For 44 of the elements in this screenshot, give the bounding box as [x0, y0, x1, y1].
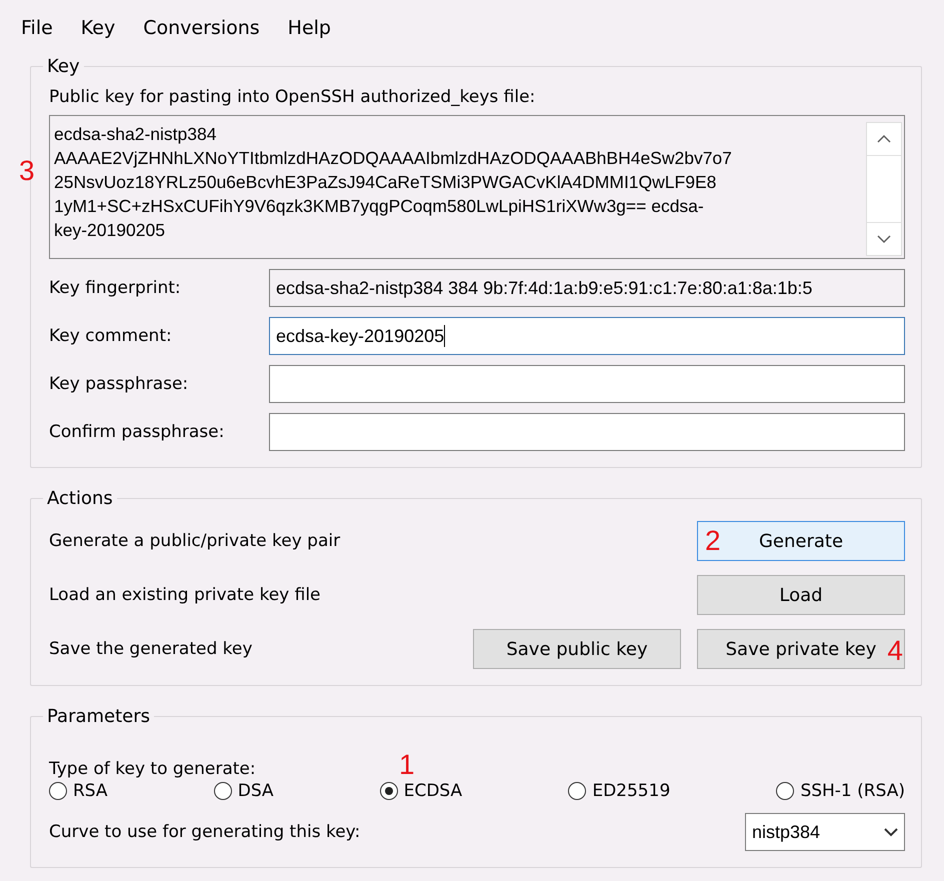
annotation-number: 3	[19, 157, 35, 185]
radio-button[interactable]	[49, 782, 67, 800]
action-button[interactable]: Load	[697, 575, 905, 615]
radio-label[interactable]: SSH-1 (RSA)	[800, 781, 905, 801]
radio-label[interactable]: RSA	[73, 781, 108, 801]
field-label: Type of key to generate:	[49, 759, 256, 779]
field-label: Confirm passphrase:	[49, 422, 226, 442]
annotation-number: 1	[399, 751, 415, 779]
field-label: Public key for pasting into OpenSSH authorized_keys file:	[49, 87, 536, 107]
radio-button[interactable]	[214, 782, 232, 800]
action-description: Save the generated key	[49, 639, 252, 659]
group-title: Key	[46, 56, 81, 77]
annotation-number: 2	[705, 527, 721, 555]
group-title: Parameters	[46, 706, 152, 727]
radio-label[interactable]: ECDSA	[404, 781, 462, 801]
text-line: ecdsa-sha2-nistp384	[54, 123, 218, 146]
menu-item[interactable]: File	[20, 17, 54, 39]
chevron-down-icon	[884, 828, 898, 836]
annotation-number: 4	[887, 637, 903, 665]
public-key-text-area[interactable]	[49, 115, 905, 259]
field-label: Key passphrase:	[49, 374, 190, 394]
menu-item[interactable]: Conversions	[142, 17, 261, 39]
group-title: Actions	[46, 488, 114, 509]
curve-dropdown[interactable]: nistp384	[745, 813, 905, 851]
field-label: Key fingerprint:	[49, 278, 182, 298]
action-description: Load an existing private key file	[49, 585, 321, 605]
radio-button[interactable]	[380, 782, 398, 800]
menu-item[interactable]: Key	[80, 17, 116, 39]
text-line: 1yM1+SC+zHSxCUFihY9V6qzk3KMB7yqgPCoqm580LwLpiHS1riXWw3g== ecdsa-	[54, 195, 705, 218]
action-button[interactable]: Save public key	[473, 629, 681, 669]
field-label: Key comment:	[49, 326, 173, 346]
input-field[interactable]	[269, 413, 905, 451]
menu-item[interactable]: Help	[286, 17, 332, 39]
radio-label[interactable]: DSA	[238, 781, 274, 801]
text-line: 25NsvUoz18YRLz50u6eBcvhE3PaZsJ94CaReTSMi3PWGACvKlA4DMMI1QwLF9E8	[54, 171, 718, 194]
radio-button[interactable]	[568, 782, 586, 800]
input-field[interactable]	[269, 365, 905, 403]
radio-button[interactable]	[776, 782, 794, 800]
input-field[interactable]: ecdsa-key-20190205	[269, 317, 905, 355]
field-label: Curve to use for generating this key:	[49, 822, 360, 842]
text-line: key-20190205	[54, 219, 166, 242]
text-line: AAAAE2VjZHNhLXNoYTItbmlzdHAzODQAAAAIbmlzdHAzODQAAABhBH4eSw2bv7o7	[54, 147, 733, 170]
action-description: Generate a public/private key pair	[49, 531, 340, 551]
radio-label[interactable]: ED25519	[592, 781, 670, 801]
